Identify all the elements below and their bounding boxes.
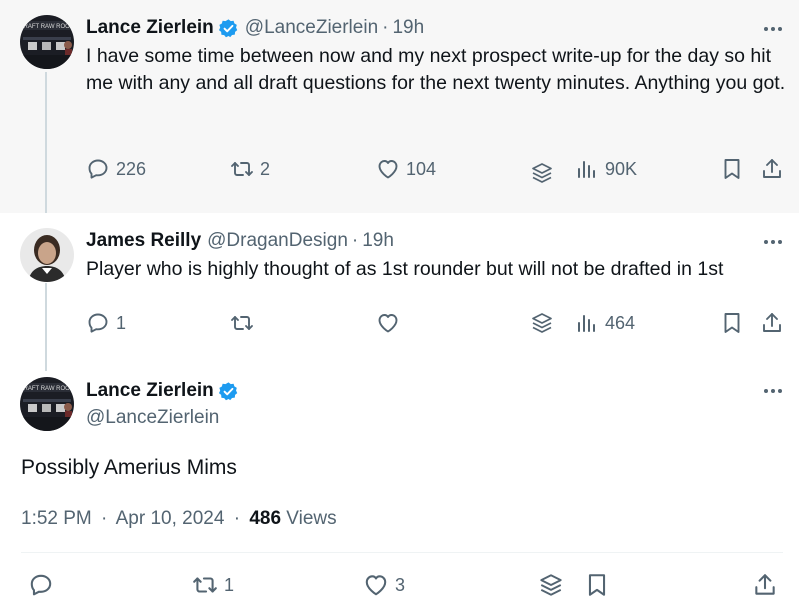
bookmark-icon [720,311,744,335]
views-label: Views [286,508,337,529]
grok-icon [538,572,564,598]
author-name[interactable]: Lance Zierlein [86,379,214,403]
tweet-timestamp: 1:52 PM · Apr 10, 2024 · 486 Views [21,507,337,531]
share-button[interactable] [760,157,784,181]
repost-button[interactable] [230,311,254,335]
like-button[interactable]: 3 [363,572,405,598]
bookmark-button[interactable] [720,311,744,335]
separator-dot: · [101,508,108,529]
share-icon [760,157,784,181]
reply-icon [86,157,110,181]
views-icon [575,157,599,181]
author-name[interactable]: James Reilly [86,229,201,253]
views-button[interactable]: 464 [575,311,635,335]
like-button[interactable] [376,311,400,335]
verified-badge-icon[interactable] [218,381,239,402]
thread-tweet-james[interactable]: James Reilly @DraganDesign · 19h Player … [0,213,799,363]
avatar-image [20,377,74,431]
reply-count: 1 [116,312,127,333]
avatar-image [20,15,74,69]
separator-dot: · [351,230,359,251]
like-icon [376,157,400,181]
like-count: 3 [395,574,406,595]
repost-button[interactable]: 1 [192,572,234,598]
verified-badge-icon[interactable] [218,18,239,39]
thread-line [45,283,47,371]
views-button[interactable]: 90K [575,157,637,181]
separator-dot: · [382,17,389,38]
main-handle-line: @LanceZierlein [86,406,219,430]
reply-button[interactable]: 226 [86,157,146,181]
reply-icon [28,572,54,598]
views-count: 486 [249,508,282,529]
grok-button[interactable] [538,572,564,598]
repost-icon [230,311,254,335]
repost-icon [192,572,218,598]
share-button[interactable] [752,572,778,598]
tweet-header: Lance Zierlein @LanceZierlein · 19h [86,16,424,40]
divider [21,552,783,553]
views-count: 464 [605,312,636,333]
share-icon [752,572,778,598]
repost-icon [230,157,254,181]
tweet-time[interactable]: 19h [362,229,394,253]
bookmark-icon [584,572,610,598]
bookmark-icon [720,157,744,181]
avatar[interactable] [20,228,74,282]
reply-count: 226 [116,158,147,179]
avatar-image [20,228,74,282]
main-author-line: Lance Zierlein [86,379,245,403]
more-icon[interactable] [761,381,785,401]
reply-button[interactable] [28,572,54,598]
author-handle[interactable]: @LanceZierlein [86,406,219,430]
tweet-text: Player who is highly thought of as 1st r… [86,258,724,280]
tweet-header: James Reilly @DraganDesign · 19h [86,229,394,253]
like-icon [363,572,389,598]
main-tweet-text: Possibly Amerius Mims [21,456,237,479]
grok-icon [530,161,554,185]
author-handle[interactable]: @LanceZierlein [245,16,378,40]
share-icon [760,311,784,335]
tweet-time[interactable]: 1:52 PM [21,508,92,529]
reply-button[interactable]: 1 [86,311,126,335]
bookmark-button[interactable] [720,157,744,181]
repost-count: 1 [224,574,235,595]
like-icon [376,311,400,335]
tweet-text: I have some time between now and my next… [86,45,786,94]
grok-button[interactable] [530,311,554,335]
like-count: 104 [406,158,437,179]
like-button[interactable]: 104 [376,157,436,181]
repost-button[interactable]: 2 [230,157,270,181]
views-count: 90K [605,158,638,179]
more-icon[interactable] [761,232,785,252]
tweet-time[interactable]: 19h [392,16,424,40]
thread-line [45,72,47,222]
tweet-date[interactable]: Apr 10, 2024 [116,508,225,529]
avatar[interactable] [20,15,74,69]
grok-button[interactable] [530,161,554,185]
thread-tweet-lance[interactable]: Lance Zierlein @LanceZierlein · 19h I ha… [0,0,799,213]
grok-icon [530,311,554,335]
reply-icon [86,311,110,335]
separator-dot: · [233,508,241,529]
bookmark-button[interactable] [584,572,610,598]
repost-count: 2 [260,158,271,179]
author-name[interactable]: Lance Zierlein [86,16,214,40]
author-handle[interactable]: @DraganDesign [207,229,348,253]
main-avatar[interactable] [20,377,74,431]
share-button[interactable] [760,311,784,335]
views-icon [575,311,599,335]
more-icon[interactable] [761,19,785,39]
